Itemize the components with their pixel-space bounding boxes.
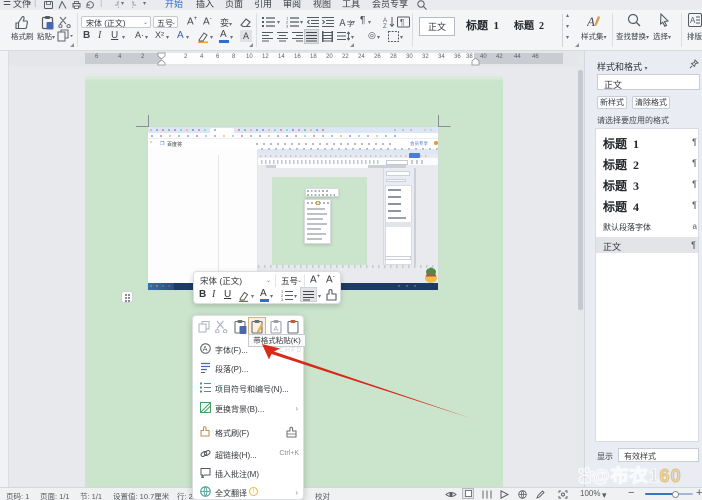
svg-text:Z: Z	[383, 24, 387, 28]
svg-text:¶: ¶	[400, 18, 404, 27]
svg-text:A: A	[274, 326, 279, 333]
svg-text:A: A	[587, 14, 595, 28]
svg-text:3: 3	[286, 24, 289, 29]
svg-text:du: du	[581, 478, 588, 484]
svg-text:A: A	[690, 16, 696, 25]
svg-text:3: 3	[281, 297, 284, 301]
svg-text:A: A	[203, 346, 208, 353]
